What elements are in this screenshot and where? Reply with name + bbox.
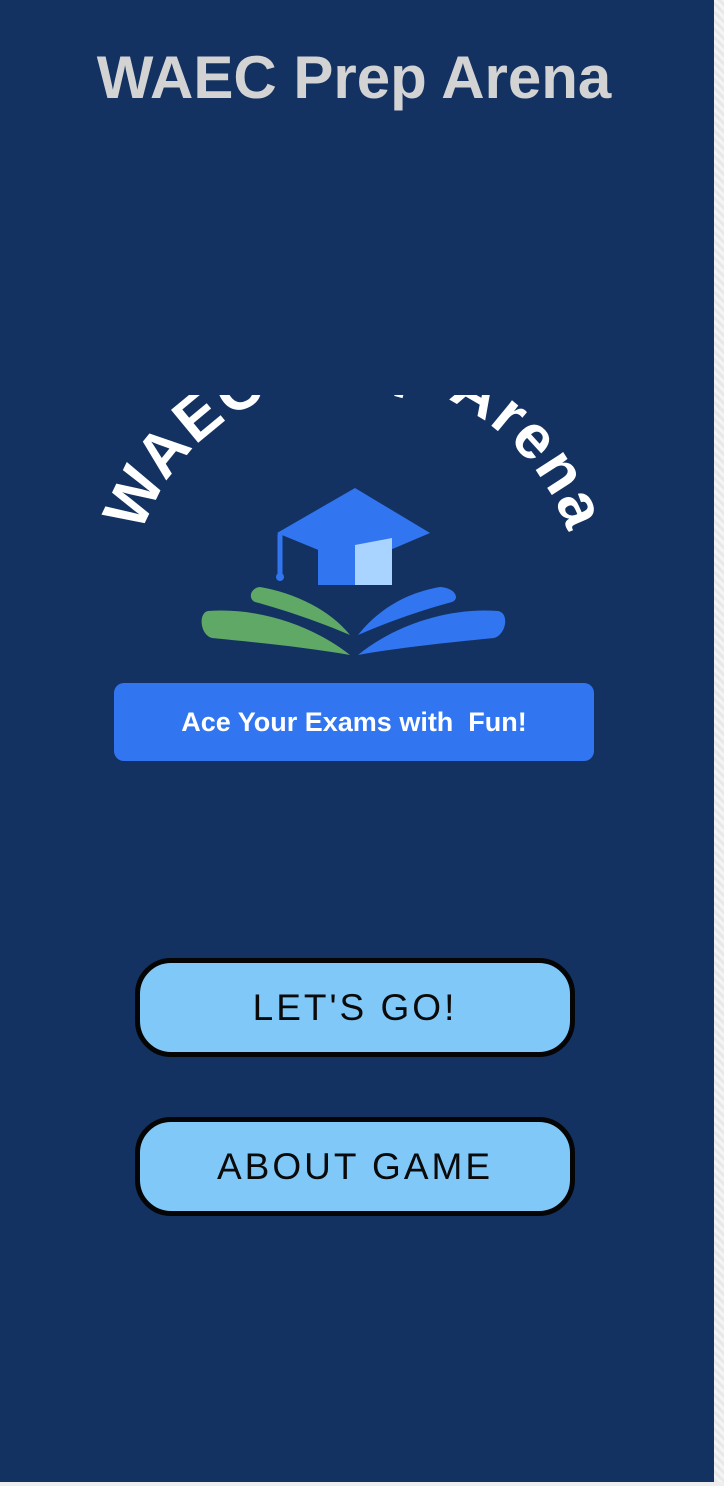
- graduation-cap-icon: [276, 488, 430, 585]
- lets-go-label: LET'S GO!: [252, 986, 458, 1028]
- open-book-icon: [201, 587, 506, 655]
- tagline-text: Ace Your Exams with Fun!: [181, 706, 527, 737]
- page-title: WAEC Prep Arena: [96, 44, 612, 111]
- tagline-banner: Ace Your Exams with Fun!: [114, 683, 594, 761]
- window-edge: [714, 0, 724, 1486]
- lets-go-button[interactable]: LET'S GO!: [135, 958, 575, 1057]
- app-screen: WAEC Prep Arena WAEC Prep Arena: [0, 0, 714, 1482]
- about-game-button[interactable]: ABOUT GAME: [135, 1117, 575, 1216]
- app-logo: WAEC Prep Arena Ace Your Exams with Fun!: [100, 395, 610, 775]
- about-game-label: ABOUT GAME: [216, 1145, 494, 1187]
- window-bottom-edge: [0, 1482, 724, 1486]
